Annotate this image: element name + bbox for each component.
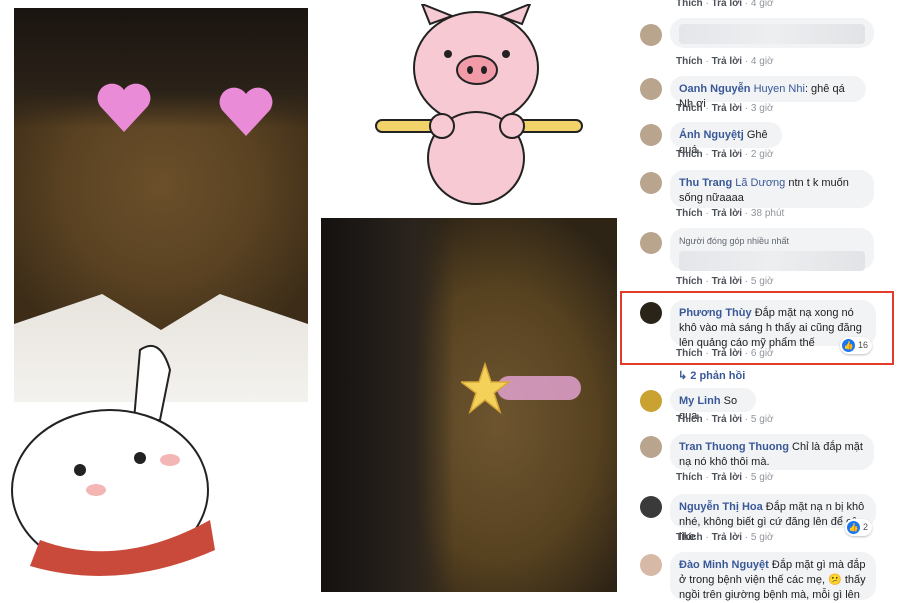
comment-bubble: My Linh So qua — [670, 388, 756, 422]
comment-bubble: Nguyễn Thị Hoa Đắp mặt nạ n bị khô nhé, … — [670, 494, 876, 543]
reply-link[interactable]: Trả lời — [712, 414, 742, 425]
tagged-name[interactable]: Huyen Nhi — [754, 83, 805, 95]
like-link[interactable]: Thích — [676, 532, 703, 543]
photo-face-mask-right[interactable] — [321, 218, 617, 592]
commenter-name[interactable]: Tran Thuong Thuong — [679, 441, 789, 453]
commenter-name[interactable]: Oanh Nguyễn — [679, 83, 751, 95]
like-link[interactable]: Thích — [676, 149, 703, 160]
comment-time: 5 giờ — [750, 532, 774, 543]
comment-bubble: Ánh Nguyệtj Ghê quá — [670, 122, 782, 156]
bunny-sticker-icon — [11, 345, 215, 576]
tagged-name[interactable]: Lã Dương — [735, 177, 785, 189]
comment-actions: Thích · Trả lời · 4 giờ — [676, 0, 774, 9]
reply-link[interactable]: Trả lời — [712, 149, 742, 160]
comment-time: 4 giờ — [750, 0, 774, 9]
like-link[interactable]: Thích — [676, 0, 703, 9]
avatar[interactable] — [640, 496, 662, 518]
commenter-name[interactable]: My Linh — [679, 395, 721, 407]
reply-link[interactable]: Trả lời — [712, 532, 742, 543]
like-link[interactable]: Thích — [676, 103, 703, 114]
avatar[interactable] — [640, 232, 662, 254]
hair-region — [321, 218, 455, 592]
view-replies-link[interactable]: ↳ 2 phản hồi — [678, 369, 745, 382]
reply-link[interactable]: Trả lời — [712, 276, 742, 287]
like-icon: 👍 — [846, 521, 860, 534]
comment-bubble: Tran Thuong Thuong Chỉ là đắp mặt nạ nó … — [670, 434, 874, 470]
like-link[interactable]: Thích — [676, 276, 703, 287]
commenter-name[interactable]: Thu Trang — [679, 177, 732, 189]
avatar[interactable] — [640, 24, 662, 46]
reply-link[interactable]: Trả lời — [712, 0, 742, 9]
heart-sticker-icon — [97, 83, 151, 132]
commenter-name[interactable]: Đào Minh Nguyệt — [679, 559, 769, 571]
comment-actions: Thích · Trả lời · 5 giờ — [676, 414, 774, 425]
comment-time: 5 giờ — [750, 414, 774, 425]
star-sticker-icon — [461, 361, 581, 415]
comment-time: 5 giờ — [750, 472, 774, 483]
avatar[interactable] — [640, 78, 662, 100]
comment-bubble: Thu Trang Lã Dương ntn t k muốn sống nữa… — [670, 170, 874, 208]
comment-actions: Thích · Trả lời · 5 giờ — [676, 532, 774, 543]
reply-link[interactable]: Trả lời — [712, 103, 742, 114]
like-link[interactable]: Thích — [676, 208, 703, 219]
comment-actions: Thích · Trả lời · 2 giờ — [676, 149, 774, 160]
like-link[interactable]: Thích — [676, 414, 703, 425]
heart-sticker-icon — [219, 87, 273, 136]
avatar[interactable] — [640, 554, 662, 576]
like-link[interactable]: Thích — [676, 56, 703, 67]
top-fan-badge: Người đóng góp nhiều nhất — [679, 236, 790, 246]
comment-bubble: Đào Minh Nguyệt Đắp mặt gì mà đắp ở tron… — [670, 552, 876, 601]
highlight-box — [620, 291, 894, 365]
comment-time: 5 giờ — [750, 276, 774, 287]
avatar[interactable] — [640, 436, 662, 458]
like-link[interactable]: Thích — [676, 472, 703, 483]
comment-actions: Thích · Trả lời · 4 giờ — [676, 56, 774, 67]
reaction-count[interactable]: 👍 2 — [844, 519, 872, 536]
comment-bubble-blurred: Người đóng góp nhiều nhất — [670, 228, 874, 271]
comment-actions: Thích · Trả lời · 5 giờ — [676, 472, 774, 483]
commenter-name[interactable]: Ánh Nguyệtj — [679, 129, 744, 141]
comment-time: 2 giờ — [750, 149, 774, 160]
comment-time: 3 giờ — [750, 103, 774, 114]
blurred-text — [679, 251, 865, 271]
comment-actions: Thích · Trả lời · 3 giờ — [676, 103, 774, 114]
comment-bubble: Oanh Nguyễn Huyen Nhi: ghê qá Nh ơi — [670, 76, 866, 110]
comment-actions: Thích · Trả lời · 38 phút — [676, 208, 785, 219]
reply-link[interactable]: Trả lời — [712, 208, 742, 219]
reply-link[interactable]: Trả lời — [712, 472, 742, 483]
avatar[interactable] — [640, 124, 662, 146]
comment-time: 4 giờ — [750, 56, 774, 67]
commenter-name[interactable]: Nguyễn Thị Hoa — [679, 501, 763, 513]
avatar[interactable] — [640, 172, 662, 194]
blurred-text — [679, 24, 865, 44]
comment-time: 38 phút — [750, 208, 785, 219]
avatar[interactable] — [640, 390, 662, 412]
pig-sticker-icon — [375, 4, 583, 205]
comment-bubble-blurred — [670, 18, 874, 48]
comment-actions: Thích · Trả lời · 5 giờ — [676, 276, 774, 287]
reply-link[interactable]: Trả lời — [712, 56, 742, 67]
